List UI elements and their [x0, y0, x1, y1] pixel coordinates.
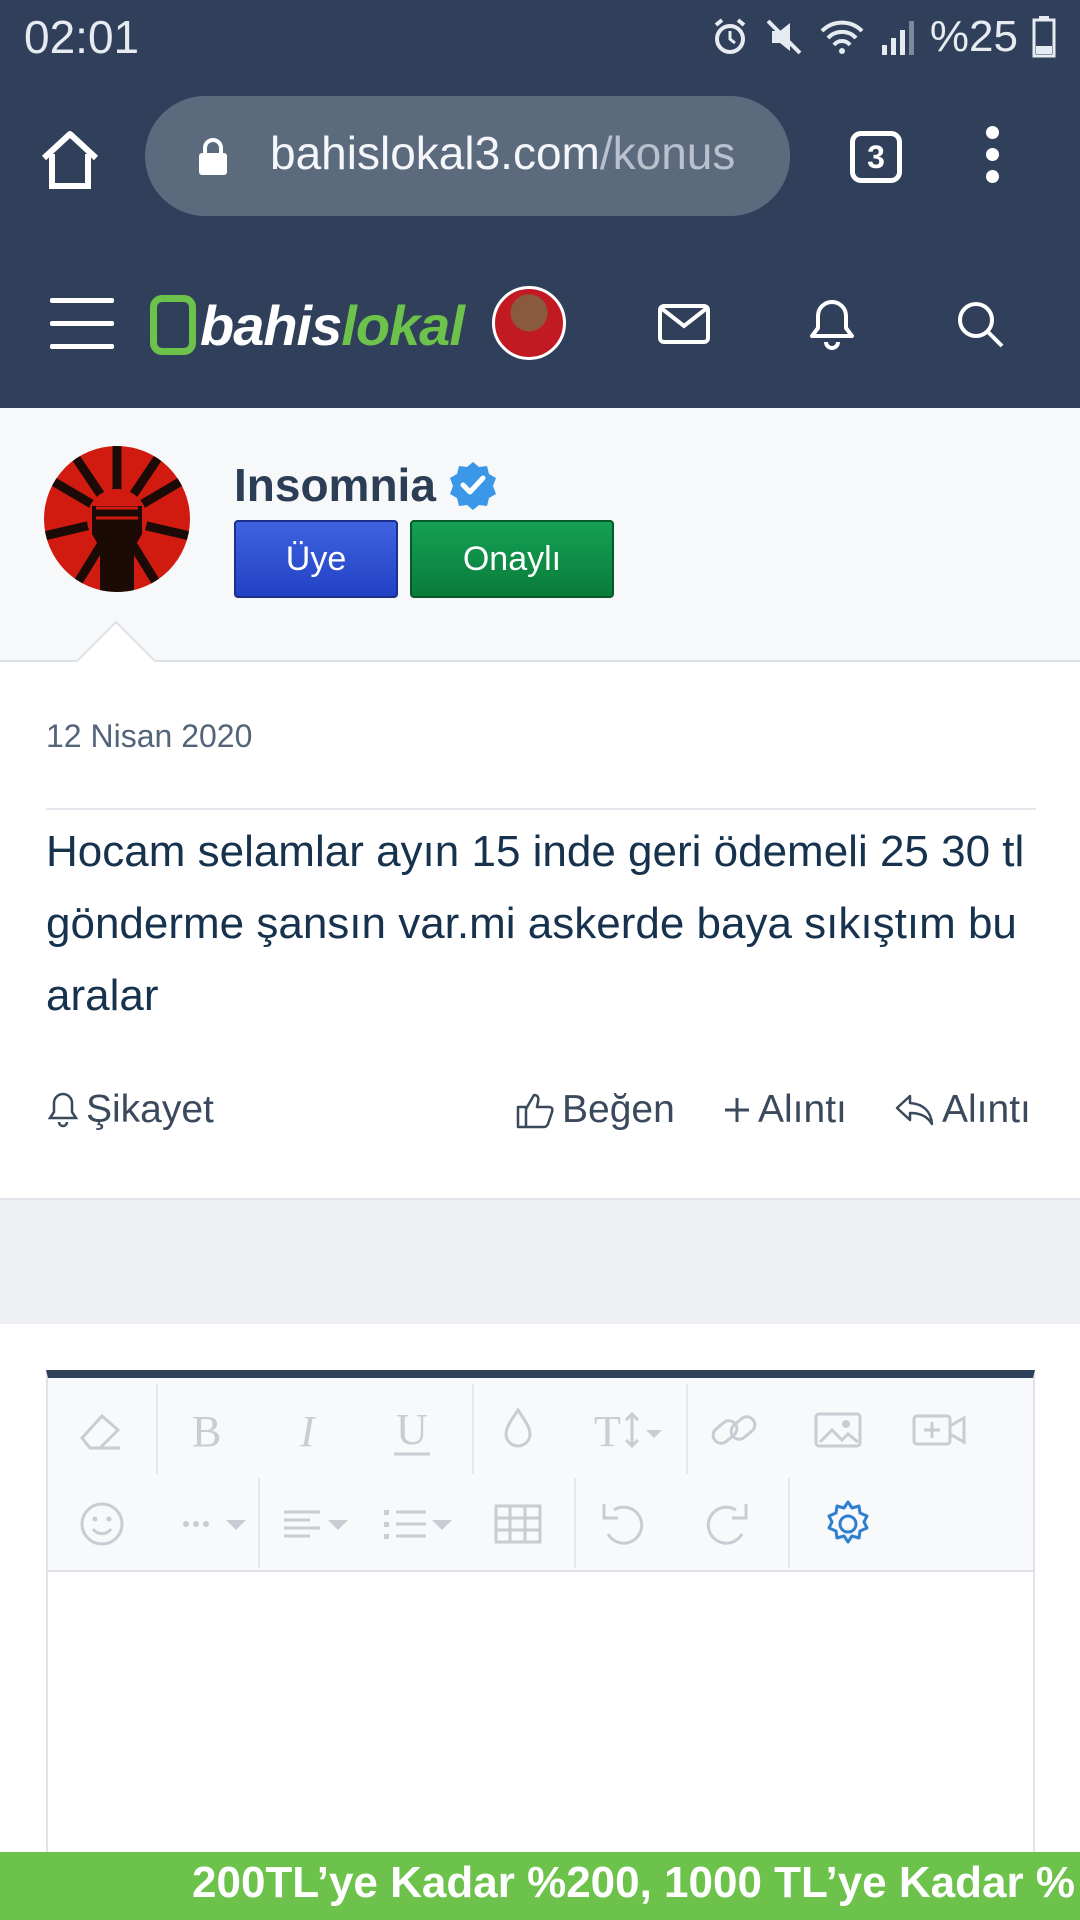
bold-icon[interactable]: B — [178, 1400, 238, 1460]
video-icon[interactable] — [910, 1400, 970, 1460]
verified-badge: Onaylı — [410, 520, 614, 598]
username-text: Insomnia — [234, 459, 436, 511]
mail-icon[interactable] — [656, 296, 712, 352]
color-icon[interactable] — [488, 1400, 548, 1460]
emoji-icon[interactable] — [72, 1494, 132, 1554]
browser-toolbar: bahislokal3.com/konus 3 — [0, 74, 1080, 240]
tab-switcher-button[interactable]: 3 — [850, 131, 902, 183]
more-icon[interactable] — [176, 1494, 252, 1554]
url-text: bahislokal3.com/konus — [270, 126, 735, 180]
url-host: bahislokal3.com — [270, 127, 600, 179]
reply-icon — [895, 1094, 934, 1126]
report-button[interactable]: Şikayet — [46, 1088, 214, 1132]
search-icon[interactable] — [952, 296, 1008, 352]
image-icon[interactable] — [808, 1400, 868, 1460]
redo-icon[interactable] — [696, 1494, 756, 1554]
wifi-icon — [820, 20, 864, 54]
reply-label: Alıntı — [942, 1088, 1031, 1131]
alarm-icon — [714, 18, 746, 54]
link-icon[interactable] — [704, 1400, 764, 1460]
home-icon[interactable] — [38, 128, 102, 192]
status-icons: %25 — [710, 12, 1056, 62]
site-header: bahis lokal — [0, 240, 1080, 408]
battery-icon — [1032, 16, 1056, 58]
thumbs-up-icon — [516, 1093, 554, 1129]
text-size-icon[interactable]: T — [590, 1400, 674, 1460]
signal-icon — [881, 21, 914, 55]
logo-text-part2: lokal — [341, 293, 465, 357]
author-pointer — [74, 620, 158, 664]
post-author-block: Insomnia Üye Onaylı — [0, 408, 1080, 662]
list-icon[interactable] — [378, 1494, 462, 1554]
menu-icon[interactable] — [50, 298, 114, 350]
svg-text:U: U — [396, 1405, 428, 1454]
multiquote-button[interactable]: Alıntı — [722, 1088, 847, 1132]
eraser-icon[interactable] — [72, 1400, 132, 1460]
svg-text:T: T — [594, 1407, 621, 1456]
more-menu-icon[interactable] — [980, 126, 1004, 190]
like-button[interactable]: Beğen — [514, 1088, 675, 1132]
promo-banner[interactable]: 200TL’ye Kadar %200, 1000 TL’ye Kadar % — [0, 1852, 1080, 1920]
multiquote-label: Alıntı — [758, 1088, 847, 1131]
post-body: Hocam selamlar ayın 15 inde geri ödemeli… — [46, 827, 1025, 1020]
member-badge: Üye — [234, 520, 398, 598]
logo-mark — [150, 295, 196, 355]
account-avatar[interactable] — [492, 286, 566, 360]
section-gap — [0, 1200, 1080, 1324]
align-icon[interactable] — [276, 1494, 360, 1554]
user-avatar[interactable] — [44, 446, 190, 592]
editor-toolbar: B I U T — [48, 1378, 1033, 1572]
logo-text-part1: bahis — [200, 293, 342, 357]
post: 12 Nisan 2020 Hocam selamlar ayın 15 ind… — [0, 662, 1080, 1200]
settings-icon[interactable] — [818, 1494, 878, 1554]
reply-button[interactable]: Alıntı — [894, 1088, 1031, 1132]
like-label: Beğen — [562, 1088, 675, 1131]
svg-text:I: I — [299, 1407, 317, 1456]
undo-icon[interactable] — [594, 1494, 654, 1554]
address-bar[interactable]: bahislokal3.com/konus — [145, 96, 790, 216]
svg-text:B: B — [192, 1407, 221, 1456]
mute-icon — [766, 19, 802, 55]
table-icon[interactable] — [488, 1494, 548, 1554]
bell-icon[interactable] — [804, 296, 860, 352]
reply-editor[interactable]: B I U T — [46, 1370, 1035, 1920]
post-date[interactable]: 12 Nisan 2020 — [46, 718, 252, 755]
divider — [46, 808, 1036, 810]
underline-icon[interactable]: U — [382, 1400, 442, 1460]
reply-editor-section: B I U T — [0, 1324, 1080, 1920]
status-bar: 02:01 %25 — [0, 0, 1080, 74]
verified-icon — [449, 462, 496, 510]
url-path: /konus — [599, 127, 736, 179]
username[interactable]: Insomnia — [234, 458, 498, 512]
report-label: Şikayet — [86, 1088, 214, 1131]
italic-icon[interactable]: I — [280, 1400, 340, 1460]
bell-icon — [47, 1092, 79, 1128]
lock-icon — [199, 138, 227, 175]
plus-icon — [725, 1098, 749, 1122]
battery-percent: %25 — [929, 12, 1018, 61]
site-logo[interactable]: bahis lokal — [150, 290, 465, 360]
promo-banner-text: 200TL’ye Kadar %200, 1000 TL’ye Kadar % — [192, 1858, 1075, 1907]
status-time: 02:01 — [24, 11, 140, 63]
